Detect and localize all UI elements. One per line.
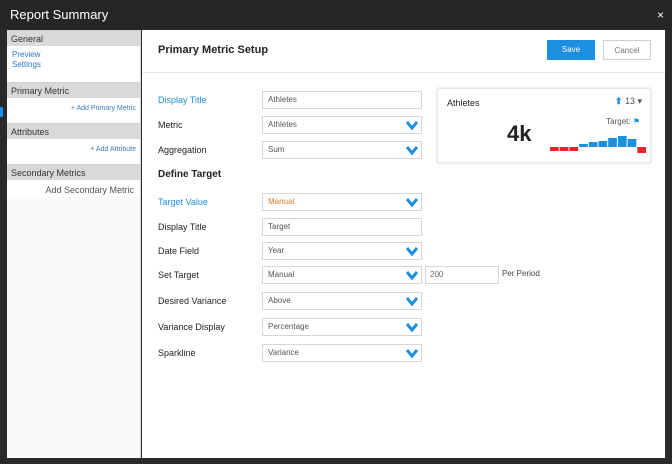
widget-trend: ⬆ 13 ▾: [615, 96, 642, 107]
variance-display-value: Percentage: [268, 322, 309, 331]
target-value-label: Target Value: [158, 197, 208, 207]
chevron-down-icon: [405, 323, 419, 333]
sparkline-value: Variance: [268, 348, 299, 357]
target-value-value: Manual: [268, 197, 295, 206]
divider: [142, 72, 665, 73]
sidebar: General Preview Settings Primary Metric …: [7, 30, 141, 458]
date-field-value: Year: [268, 246, 285, 255]
set-target-value: Manual: [268, 270, 295, 279]
widget-target-label: Target:: [606, 117, 631, 126]
sidebar-link-settings[interactable]: Settings: [7, 60, 140, 70]
target-amount-input[interactable]: 200: [425, 266, 499, 284]
per-period-label: Per Period: [502, 269, 540, 278]
metric-value: Athletes: [268, 120, 297, 129]
set-target-select[interactable]: Manual: [262, 266, 422, 284]
desired-variance-select[interactable]: Above: [262, 292, 422, 310]
page-title: Primary Metric Setup: [158, 44, 269, 56]
aggregation-label: Aggregation: [158, 145, 207, 155]
sparkline-select[interactable]: Variance: [262, 344, 422, 362]
sparkline-bar: [588, 142, 598, 147]
cancel-button[interactable]: Cancel: [603, 40, 651, 60]
sidebar-section-general: General: [7, 30, 140, 46]
sparkline-bar: [627, 139, 637, 147]
title-bar: Report Summary ×: [0, 0, 672, 30]
define-target-heading: Define Target: [158, 169, 222, 180]
sparkline-chart: [550, 136, 646, 153]
metric-preview-widget: Athletes ⬆ 13 ▾ 4k Target: ⚑: [437, 88, 651, 163]
sparkline-bar: [569, 147, 579, 151]
main-panel: Primary Metric Setup Save Cancel Display…: [142, 30, 665, 458]
chevron-down-icon: [405, 349, 419, 359]
variance-display-label: Variance Display: [158, 322, 225, 332]
widget-metric-name: Athletes: [447, 98, 480, 108]
window-title: Report Summary: [10, 7, 109, 22]
add-attribute-link[interactable]: + Add Attribute: [7, 143, 140, 157]
sparkline-bar: [579, 144, 588, 147]
desired-variance-label: Desired Variance: [158, 296, 227, 306]
widget-trend-value: 13 ▾: [624, 96, 642, 106]
widget-value: 4k: [507, 121, 532, 146]
target-display-title-label: Display Title: [158, 222, 207, 232]
sparkline-bar: [617, 136, 627, 147]
add-secondary-metric-link[interactable]: Add Secondary Metric: [7, 183, 140, 197]
sparkline-bar: [598, 141, 608, 147]
aggregation-value: Sum: [268, 145, 285, 154]
sparkline-bar: [550, 147, 559, 151]
chevron-down-icon: [405, 271, 419, 281]
date-field-label: Date Field: [158, 246, 200, 256]
target-display-title-input[interactable]: Target: [262, 218, 422, 236]
chevron-down-icon: [405, 297, 419, 307]
metric-select[interactable]: Athletes: [262, 116, 422, 134]
aggregation-select[interactable]: Sum: [262, 141, 422, 159]
add-primary-metric-link[interactable]: + Add Primary Metric: [7, 102, 140, 116]
sidebar-section-secondary-metrics: Secondary Metrics: [7, 164, 140, 180]
chevron-down-icon: [405, 247, 419, 257]
sidebar-section-attributes: Attributes: [7, 123, 140, 139]
flag-icon: ⚑: [632, 117, 640, 126]
desired-variance-value: Above: [268, 296, 291, 305]
widget-target: Target: ⚑: [606, 117, 640, 126]
save-button[interactable]: Save: [547, 40, 595, 60]
chevron-down-icon: [405, 121, 419, 131]
sidebar-section-primary-metric: Primary Metric: [7, 82, 140, 98]
report-summary-window: Report Summary × General Preview Setting…: [0, 0, 672, 464]
sparkline-bar: [608, 138, 617, 147]
chevron-down-icon: [405, 146, 419, 156]
variance-display-select[interactable]: Percentage: [262, 318, 422, 336]
chevron-down-icon: [405, 198, 419, 208]
sparkline-bar: [637, 147, 646, 153]
target-value-select[interactable]: Manual: [262, 193, 422, 211]
display-title-input[interactable]: Athletes: [262, 91, 422, 109]
display-title-label: Display Title: [158, 95, 207, 105]
edge-indicator: [0, 107, 3, 117]
metric-label: Metric: [158, 120, 183, 130]
date-field-select[interactable]: Year: [262, 242, 422, 260]
set-target-label: Set Target: [158, 270, 199, 280]
close-icon[interactable]: ×: [657, 0, 664, 30]
arrow-up-icon: ⬆: [614, 96, 623, 106]
sparkline-bar: [559, 147, 569, 151]
sidebar-link-preview[interactable]: Preview: [7, 50, 140, 60]
sparkline-label: Sparkline: [158, 348, 196, 358]
